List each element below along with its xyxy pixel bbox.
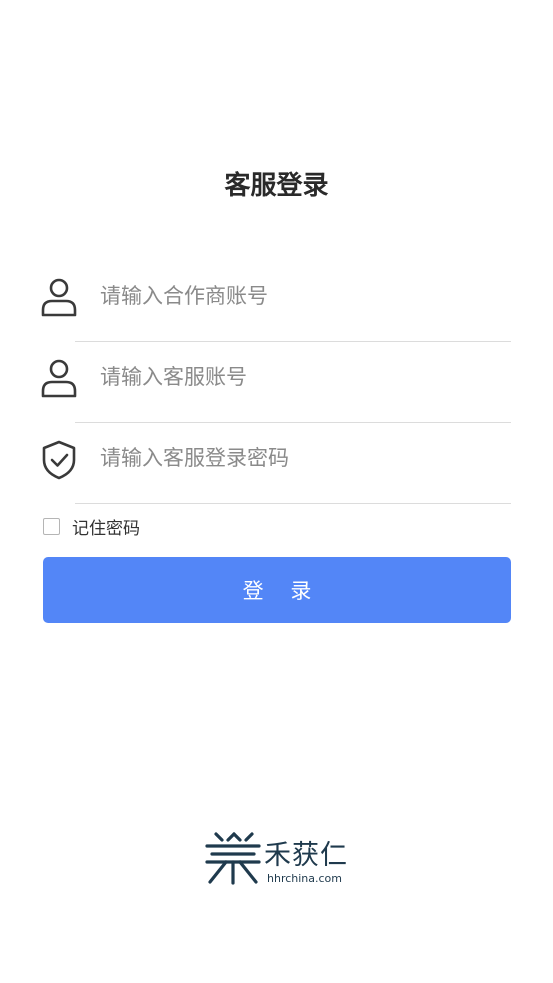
brand-logo: 禾获仁 hhrchina.com — [204, 830, 354, 890]
partner-account-input[interactable] — [100, 276, 500, 316]
page-title: 客服登录 — [224, 171, 329, 201]
login-button[interactable]: 登 录 — [43, 557, 511, 623]
user-icon — [41, 278, 77, 317]
partner-account-field — [40, 262, 511, 342]
password-field — [40, 424, 511, 504]
divider — [75, 341, 511, 342]
divider — [75, 503, 511, 504]
password-input[interactable] — [100, 438, 500, 478]
remember-password[interactable]: 记住密码 — [43, 514, 140, 539]
logo-mark-icon — [205, 832, 261, 885]
login-page: 客服登录 记住密码 登 录 — [0, 0, 553, 983]
remember-label: 记住密码 — [72, 518, 140, 539]
divider — [75, 422, 511, 423]
service-account-input[interactable] — [100, 357, 500, 397]
shield-check-icon — [42, 440, 76, 480]
user-icon — [41, 359, 77, 398]
brand-name: 禾获仁 — [264, 840, 348, 871]
service-account-field — [40, 343, 511, 423]
remember-checkbox[interactable] — [43, 517, 60, 535]
brand-url: hhrchina.com — [267, 872, 343, 885]
